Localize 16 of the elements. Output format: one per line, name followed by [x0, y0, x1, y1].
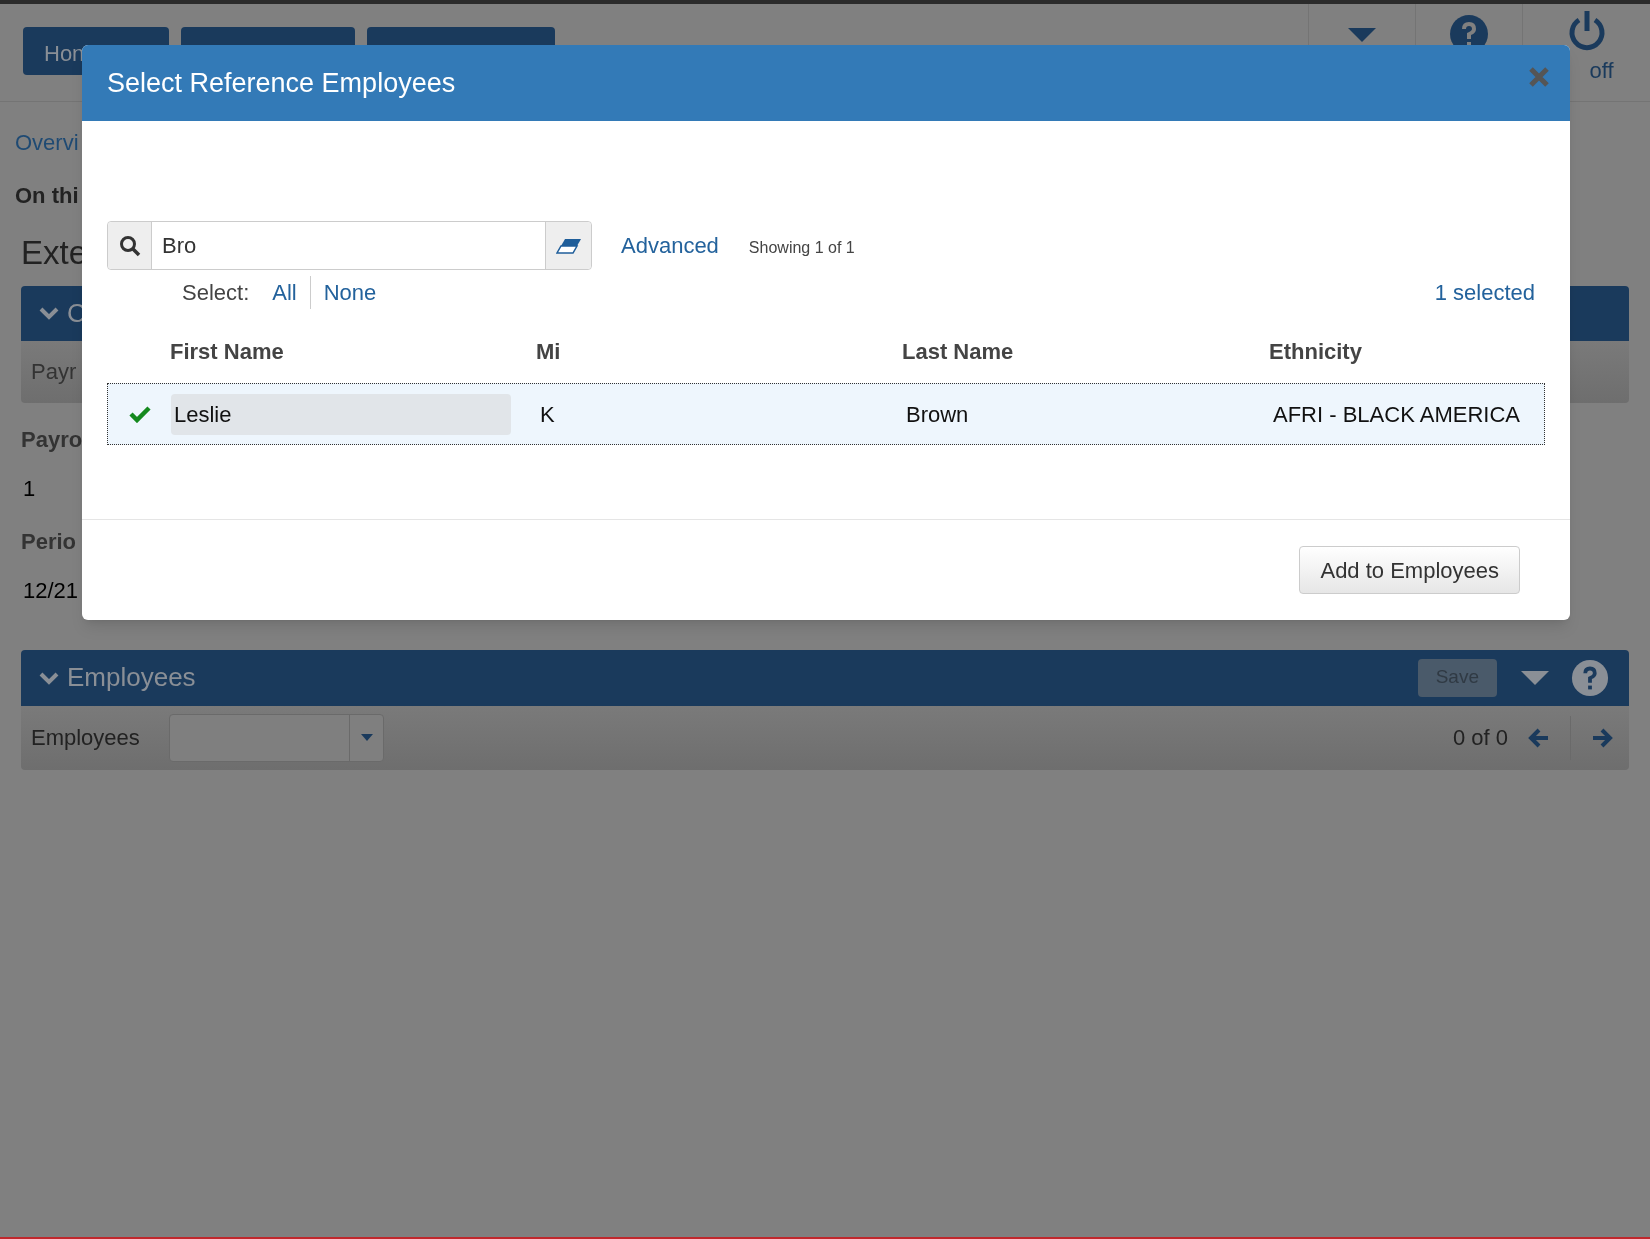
dialog-title: Select Reference Employees [107, 66, 456, 100]
field-label: Payro [21, 425, 83, 454]
field-value: 12/21 [22, 576, 79, 605]
field-label: Employees [31, 724, 141, 752]
table-cell-text: K [539, 400, 556, 429]
results-count: Showing 1 of 1 [748, 238, 855, 258]
table-cell: Leslie [171, 393, 511, 435]
pager-text: 0 of 0 [1452, 724, 1508, 752]
field-label: Perio [21, 527, 77, 556]
field-label: Payr [31, 358, 77, 386]
panel-title: Employees [67, 661, 196, 694]
table-cell-text: Brown [905, 400, 970, 429]
field-value: 1 [22, 474, 36, 503]
table-cell-text: AFRI - BLACK AMERICA [1272, 400, 1521, 429]
select-label: Select: [182, 278, 250, 307]
intro-text: On thi [15, 182, 80, 210]
